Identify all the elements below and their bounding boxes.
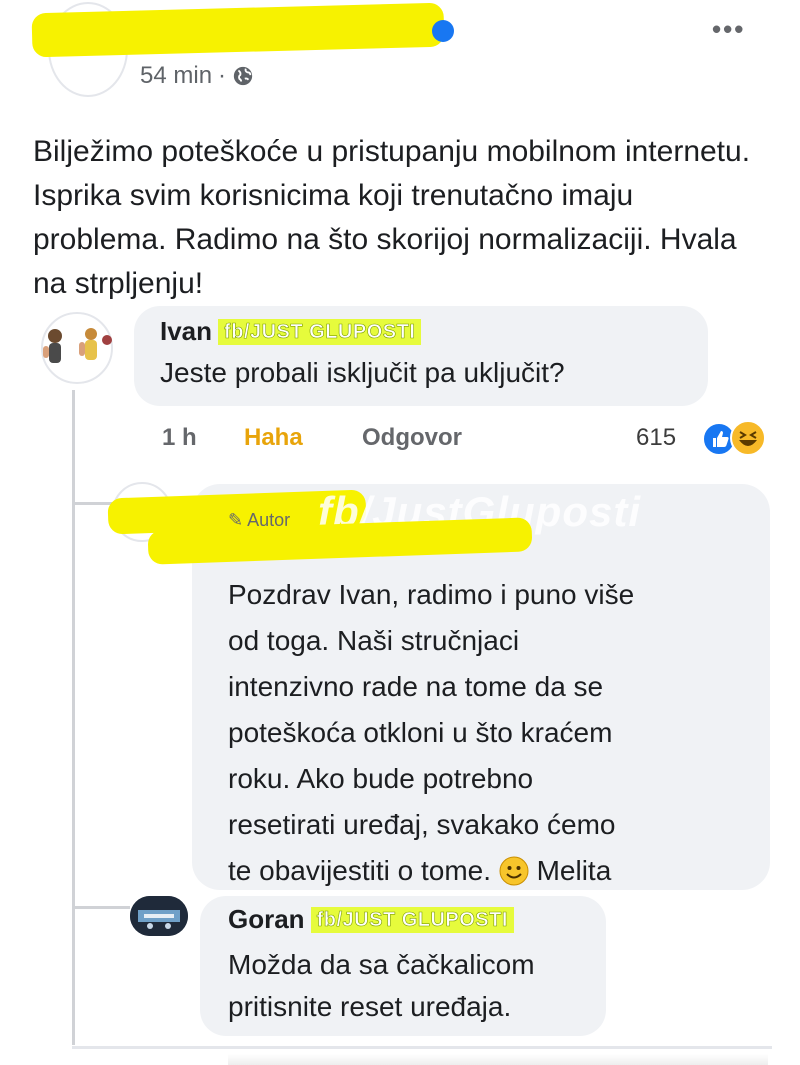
haha-reaction-icon [730,420,766,456]
comment-text: Možda da sa čačkalicom pritisnite reset … [228,944,535,1028]
reply-line: Pozdrav Ivan, radimo i puno više [228,579,635,610]
watermark-tag: fb/JUST GLUPOSTI [218,318,422,345]
reaction-count[interactable]: 615 [636,424,692,452]
reply-line: roku. Ako bude potrebno [228,763,534,794]
comment-author[interactable]: Ivan [160,316,212,347]
haha-reaction-link[interactable]: Haha [244,424,303,452]
comment-bubble: Goran fb/JUST GLUPOSTI Možda da sa čačkal… [200,896,606,1036]
reply-line: poteškoća otkloni u što kraćem [228,717,613,748]
reply-line: od toga. Naši stručnjaci [228,625,520,656]
comment-line: pritisnite reset uređaja. [228,991,512,1022]
post-meta: 54 min · [140,62,254,90]
avatar[interactable] [130,896,188,936]
thread-line [72,390,75,1045]
cutoff-row [228,1054,768,1065]
reply-line-start: te obavijestiti o tome. [228,855,492,886]
comment-line: Možda da sa čačkalicom [228,949,535,980]
reply-text: Pozdrav Ivan, radimo i puno više od toga… [228,572,748,894]
reply-link[interactable]: Odgovor [362,424,462,452]
smiley-emoji-icon [499,856,529,886]
thread-line-faint [72,1046,772,1049]
reply-line: resetirati uređaj, svakako ćemo [228,809,616,840]
post-text: Bilježimo poteškoće u pristupanju mobiln… [33,135,751,300]
redacted-page-name [31,2,445,58]
post-time[interactable]: 54 min [140,62,212,90]
reply-line: intenzivno rade na tome da se [228,671,604,702]
post-header: 54 min · ••• [0,0,800,110]
comment-text: Jeste probali isključit pa uključit? [160,357,565,388]
watermark-tag: fb/JUST GLUPOSTI [310,906,514,933]
reply-line-last: te obavijestiti o tome. Melita [228,848,748,894]
comment-actions: 1 h Haha Odgovor 615 [162,424,782,458]
comment-bubble: Ivan fb/JUST GLUPOSTI Jeste probali isklj… [134,306,708,406]
verified-badge-icon [432,20,454,42]
reply-signature: Melita [536,855,612,886]
thread-connector [72,906,130,909]
comment-author[interactable]: Goran [228,904,305,935]
avatar[interactable] [33,312,121,384]
globe-icon [233,66,253,86]
comment-time[interactable]: 1 h [162,424,197,452]
thread-connector [72,502,114,505]
more-options-icon[interactable]: ••• [712,14,745,45]
meta-separator: · [218,62,227,89]
